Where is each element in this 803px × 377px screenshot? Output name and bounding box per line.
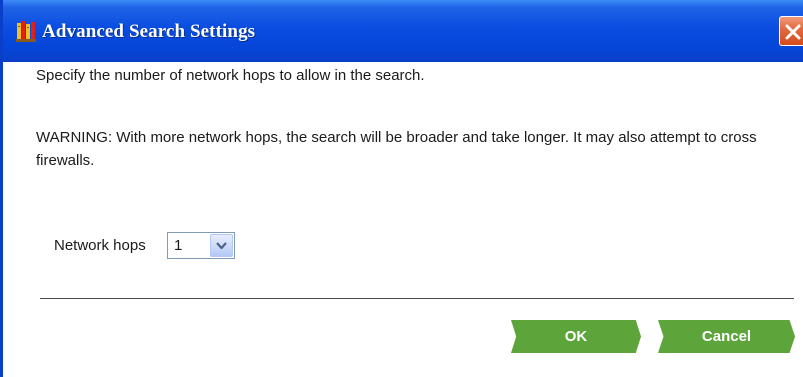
- network-hops-select[interactable]: 1: [167, 232, 235, 259]
- network-hops-label: Network hops: [54, 237, 146, 254]
- separator-line: [40, 298, 794, 299]
- instruction-text: Specify the number of network hops to al…: [36, 67, 425, 84]
- warning-text: WARNING: With more network hops, the sea…: [36, 129, 757, 169]
- advanced-search-dialog: Advanced Search Settings Specify the num…: [0, 0, 803, 377]
- dialog-title: Advanced Search Settings: [42, 21, 256, 42]
- bookshelf-icon: [16, 20, 36, 42]
- dropdown-button[interactable]: [210, 234, 233, 257]
- title-bar[interactable]: Advanced Search Settings: [3, 0, 803, 62]
- ok-button[interactable]: OK: [511, 320, 641, 353]
- chevron-down-icon: [216, 242, 227, 250]
- close-button[interactable]: [779, 16, 803, 46]
- cancel-button[interactable]: Cancel: [658, 320, 795, 353]
- network-hops-value: 1: [174, 237, 183, 254]
